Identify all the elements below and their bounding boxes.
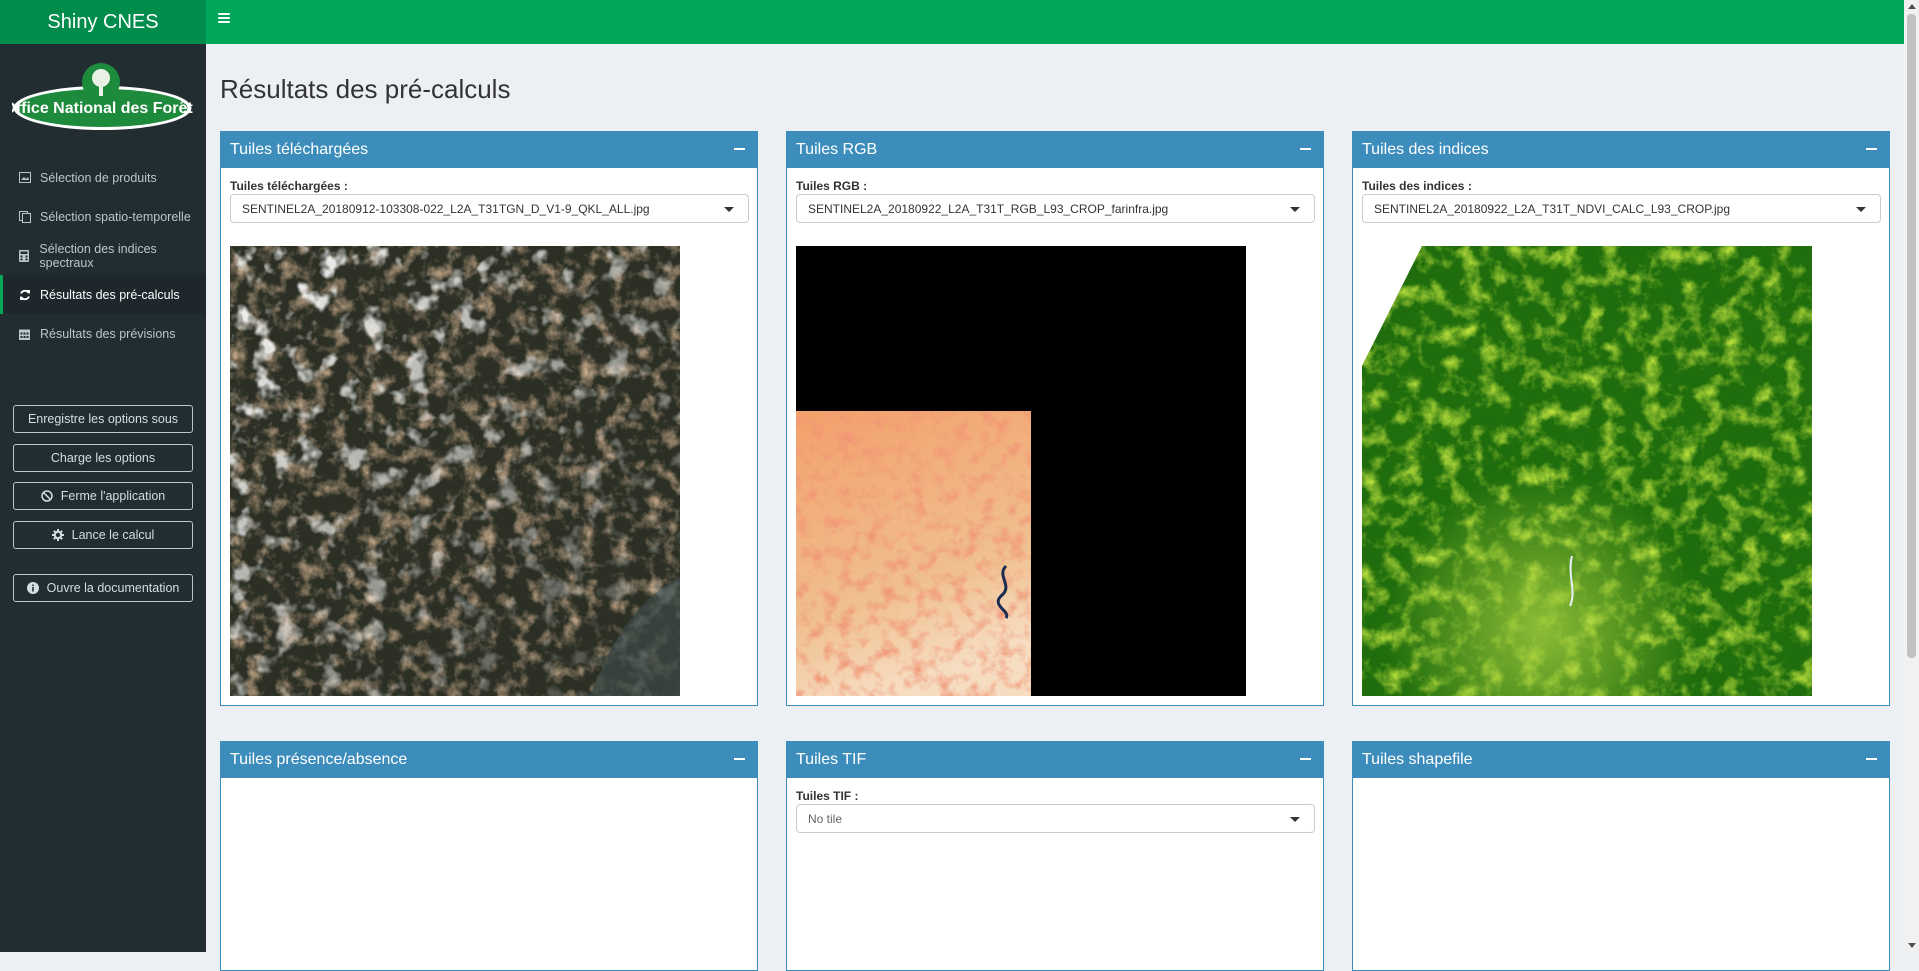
field-label: Tuiles RGB : <box>796 179 868 193</box>
box-title: Tuiles TIF <box>796 751 867 768</box>
collapse-button[interactable] <box>727 138 753 162</box>
logo-text: Office National des Forêts <box>12 100 193 117</box>
presence-absence-box: Tuiles présence/absence <box>220 741 758 971</box>
sidebar-item-spatiotemporal[interactable]: Sélection spatio-temporelle <box>0 197 206 236</box>
button-label: Ferme l'application <box>60 489 166 503</box>
minus-icon[interactable] <box>734 758 745 760</box>
indices-tile-select[interactable]: SENTINEL2A_20180922_L2A_T31T_NDVI_CALC_L… <box>1362 194 1881 223</box>
box-title: Tuiles RGB <box>796 141 878 158</box>
box-header: Tuiles des indices <box>1353 132 1889 168</box>
button-label: Lance le calcul <box>71 528 155 542</box>
box-title: Tuiles shapefile <box>1362 751 1473 768</box>
caret-down-icon <box>1856 207 1866 212</box>
box-header: Tuiles téléchargées <box>221 132 757 168</box>
close-app-button[interactable]: Ferme l'application <box>13 482 193 510</box>
box-title: Tuiles présence/absence <box>230 751 408 768</box>
box-title: Tuiles des indices <box>1362 141 1489 158</box>
rgb-tile-image <box>796 246 1246 696</box>
copy-icon <box>18 210 31 223</box>
sidebar-item-forecast-results[interactable]: Résultats des prévisions <box>0 314 206 353</box>
scroll-up-icon[interactable] <box>1908 4 1916 9</box>
collapse-button[interactable] <box>1859 138 1885 162</box>
collapse-button[interactable] <box>727 748 753 772</box>
caret-down-icon <box>1290 817 1300 822</box>
sidebar-item-precalc-results[interactable]: Résultats des pré-calculs <box>0 275 206 314</box>
button-label: Charge les options <box>50 451 156 465</box>
button-label: Enregistre les options sous <box>27 412 179 426</box>
save-options-button[interactable]: Enregistre les options sous <box>13 405 193 433</box>
app-title[interactable]: Shiny CNES <box>0 0 206 44</box>
box-header: Tuiles shapefile <box>1353 742 1889 778</box>
onf-logo: Office National des Forêts <box>12 63 193 130</box>
select-value: SENTINEL2A_20180912-103308-022_L2A_T31TG… <box>242 201 650 216</box>
caret-down-icon <box>724 207 734 212</box>
collapse-button[interactable] <box>1293 748 1319 772</box>
minus-icon[interactable] <box>734 148 745 150</box>
sidebar-menu: Sélection de produits Sélection spatio-t… <box>0 158 206 353</box>
indices-tiles-box: Tuiles des indices Tuiles des indices : … <box>1352 131 1890 706</box>
field-label: Tuiles téléchargées : <box>230 179 348 193</box>
image-icon <box>18 171 31 184</box>
field-label: Tuiles des indices : <box>1362 179 1472 193</box>
info-icon <box>26 582 39 594</box>
shapefile-tiles-box: Tuiles shapefile <box>1352 741 1890 971</box>
sidebar-item-label: Sélection spatio-temporelle <box>40 209 191 224</box>
collapse-button[interactable] <box>1293 138 1319 162</box>
indices-tile-image <box>1362 246 1812 696</box>
minus-icon[interactable] <box>1300 758 1311 760</box>
minus-icon[interactable] <box>1300 148 1311 150</box>
sidebar-item-label: Sélection de produits <box>40 170 157 185</box>
caret-down-icon <box>1290 207 1300 212</box>
box-header: Tuiles RGB <box>787 132 1323 168</box>
load-options-button[interactable]: Charge les options <box>13 444 193 472</box>
button-label: Ouvre la documentation <box>46 581 180 595</box>
select-value: SENTINEL2A_20180922_L2A_T31T_NDVI_CALC_L… <box>1374 201 1730 216</box>
sidebar-item-spectral-indices[interactable]: Sélection des indices spectraux <box>0 236 206 275</box>
scroll-down-icon[interactable] <box>1908 943 1916 948</box>
tif-tile-select[interactable]: No tile <box>796 804 1315 833</box>
run-calculation-button[interactable]: Lance le calcul <box>13 521 193 549</box>
tif-tiles-box: Tuiles TIF Tuiles TIF : No tile <box>786 741 1324 971</box>
downloaded-tile-image <box>230 246 680 696</box>
page-title: Résultats des pré-calculs <box>220 74 511 104</box>
scroll-thumb[interactable] <box>1907 14 1916 658</box>
rgb-tiles-box: Tuiles RGB Tuiles RGB : SENTINEL2A_20180… <box>786 131 1324 706</box>
box-header: Tuiles TIF <box>787 742 1323 778</box>
top-navbar <box>206 0 1904 44</box>
calculator-icon <box>18 249 30 262</box>
minus-icon[interactable] <box>1866 758 1877 760</box>
minus-icon[interactable] <box>1866 148 1877 150</box>
select-value: No tile <box>808 811 843 826</box>
sidebar-item-label: Sélection des indices spectraux <box>39 241 157 270</box>
sidebar: Office National des Forêts Sélection de … <box>0 44 206 952</box>
downloaded-tile-select[interactable]: SENTINEL2A_20180912-103308-022_L2A_T31TG… <box>230 194 749 223</box>
rgb-tile-select[interactable]: SENTINEL2A_20180922_L2A_T31T_RGB_L93_CRO… <box>796 194 1315 223</box>
field-label: Tuiles TIF : <box>796 789 859 803</box>
collapse-button[interactable] <box>1859 748 1885 772</box>
sidebar-toggle-icon[interactable] <box>218 13 230 25</box>
sidebar-item-product-selection[interactable]: Sélection de produits <box>0 158 206 197</box>
ban-icon <box>40 490 53 502</box>
open-documentation-button[interactable]: Ouvre la documentation <box>13 574 193 602</box>
gear-icon <box>51 529 64 541</box>
page-scrollbar[interactable] <box>1904 0 1919 952</box>
refresh-icon <box>18 288 31 301</box>
downloaded-tiles-box: Tuiles téléchargées Tuiles téléchargées … <box>220 131 758 706</box>
box-header: Tuiles présence/absence <box>221 742 757 778</box>
calendar-icon <box>18 327 31 340</box>
select-value: SENTINEL2A_20180922_L2A_T31T_RGB_L93_CRO… <box>808 201 1169 216</box>
sidebar-item-label: Résultats des prévisions <box>40 326 176 341</box>
box-title: Tuiles téléchargées <box>230 141 369 158</box>
sidebar-item-label: Résultats des pré-calculs <box>40 287 180 302</box>
